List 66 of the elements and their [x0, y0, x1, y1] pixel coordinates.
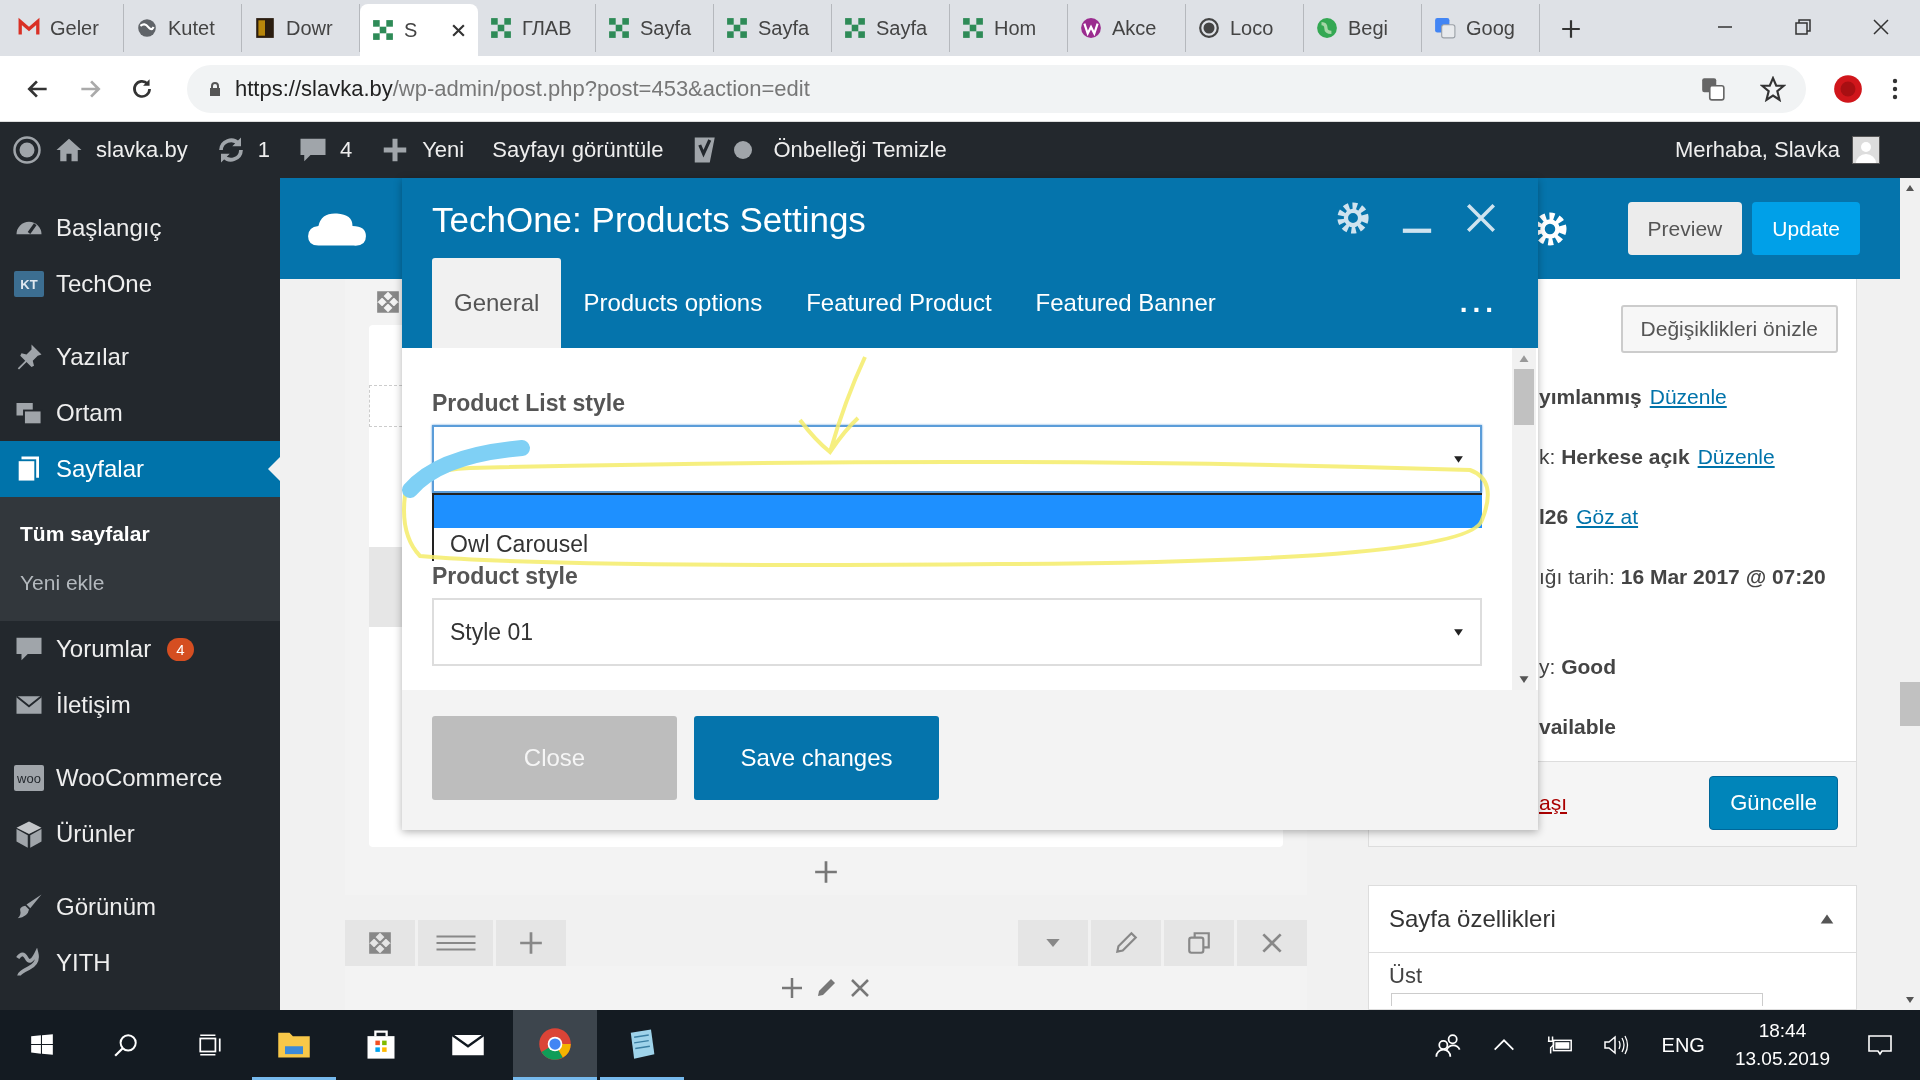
- language-indicator[interactable]: ENG: [1661, 1033, 1705, 1057]
- sidebar-item[interactable]: YITH: [0, 935, 280, 991]
- publish-info-text: l26: [1539, 505, 1569, 529]
- sidebar-item[interactable]: Görünüm: [0, 879, 280, 935]
- submenu-item[interactable]: Tüm sayfalar: [0, 509, 280, 558]
- browser-tab[interactable]: Sayfa: [596, 4, 714, 52]
- clock-time[interactable]: 18:44: [1758, 1020, 1807, 1042]
- browser-tab[interactable]: Goog: [1422, 4, 1540, 52]
- browser-tab[interactable]: Geler: [6, 4, 124, 52]
- address-field[interactable]: https://slavka.by/wp-admin/post.php?post=453&action=edit: [187, 64, 1806, 113]
- greeting-link[interactable]: Merhaba, Slavka: [1674, 137, 1840, 163]
- new-link[interactable]: Yeni: [422, 137, 465, 163]
- edit-link[interactable]: Düzenle: [1697, 445, 1775, 469]
- comment-count[interactable]: 4: [339, 137, 353, 163]
- publish-info-text: k: Herkese açık: [1539, 445, 1690, 469]
- trash-link[interactable]: aşı: [1539, 791, 1567, 815]
- publish-info-text: ığı tarih: 16 Mar 2017 @ 07:20: [1539, 565, 1826, 589]
- clock-date[interactable]: 13.05.2019: [1734, 1048, 1830, 1070]
- submenu-item[interactable]: Yeni ekle: [0, 558, 280, 607]
- sidebar-item[interactable]: Yorumlar 4: [0, 621, 280, 677]
- publish-info-text: yımlanmış: [1539, 385, 1642, 409]
- sidebar-item[interactable]: Sayfalar: [0, 441, 280, 497]
- dialog-title: TechOne: Products Settings: [432, 200, 866, 240]
- browser-tab[interactable]: Hom: [950, 4, 1068, 52]
- dialog-tab[interactable]: Featured Banner: [1013, 258, 1238, 348]
- dialog-tab[interactable]: Products options: [561, 258, 785, 348]
- browser-tab[interactable]: S: [360, 4, 478, 56]
- sidebar-item[interactable]: Ürünler: [0, 806, 280, 862]
- browser-tab[interactable]: Begi: [1304, 4, 1422, 52]
- browser-tab[interactable]: Loco: [1186, 4, 1304, 52]
- publish-info-text: y: Good: [1539, 655, 1616, 679]
- preview-changes-button[interactable]: Değişiklikleri önizle: [1620, 305, 1838, 353]
- sidebar-item[interactable]: İletişim: [0, 677, 280, 733]
- clear-cache-link[interactable]: Önbelleği Temizle: [773, 137, 947, 163]
- update-button[interactable]: Güncelle: [1709, 776, 1838, 830]
- edit-link[interactable]: Göz at: [1576, 505, 1639, 529]
- edit-link[interactable]: Düzenle: [1649, 385, 1727, 409]
- sidebar-item[interactable]: KT TechOne: [0, 256, 280, 312]
- field-label: Product style: [432, 563, 579, 590]
- more-tabs-button[interactable]: ...: [1459, 287, 1498, 319]
- browser-tab[interactable]: Sayfa: [832, 4, 950, 52]
- browser-tab[interactable]: Dowr: [242, 4, 360, 52]
- box-title: Sayfa özellikleri: [1389, 905, 1556, 933]
- browser-tab[interactable]: Sayfa: [714, 4, 832, 52]
- field-label: Product List style: [432, 390, 626, 417]
- sidebar-item[interactable]: woo WooCommerce: [0, 750, 280, 806]
- field-label: Üst: [1389, 963, 1422, 988]
- url-text: https://slavka.by/wp-admin/post.php?post=453&action=edit: [235, 75, 811, 102]
- save-button[interactable]: Save changes: [694, 716, 939, 800]
- dialog-tab[interactable]: Featured Product: [784, 258, 1014, 348]
- count-badge: 4: [167, 637, 194, 661]
- sidebar-item[interactable]: Başlangıç: [0, 200, 280, 256]
- browser-tab[interactable]: ГЛАВ: [478, 4, 596, 52]
- plugin-icon: woo: [14, 765, 44, 791]
- browser-tab[interactable]: Kutet: [124, 4, 242, 52]
- publish-info-text: vailable: [1539, 715, 1617, 739]
- sidebar-item[interactable]: Ortam: [0, 385, 280, 441]
- select-field[interactable]: Style 01: [432, 598, 1482, 666]
- preview-button[interactable]: Preview: [1627, 202, 1743, 255]
- browser-tab[interactable]: Akce: [1068, 4, 1186, 52]
- view-page-link[interactable]: Sayfayı görüntüle: [492, 137, 664, 163]
- site-link[interactable]: slavka.by: [96, 137, 188, 163]
- update-count[interactable]: 1: [257, 137, 270, 163]
- dialog-tab[interactable]: General: [432, 258, 562, 348]
- sidebar-item[interactable]: Yazılar: [0, 329, 280, 385]
- plugin-icon: KT: [14, 271, 44, 297]
